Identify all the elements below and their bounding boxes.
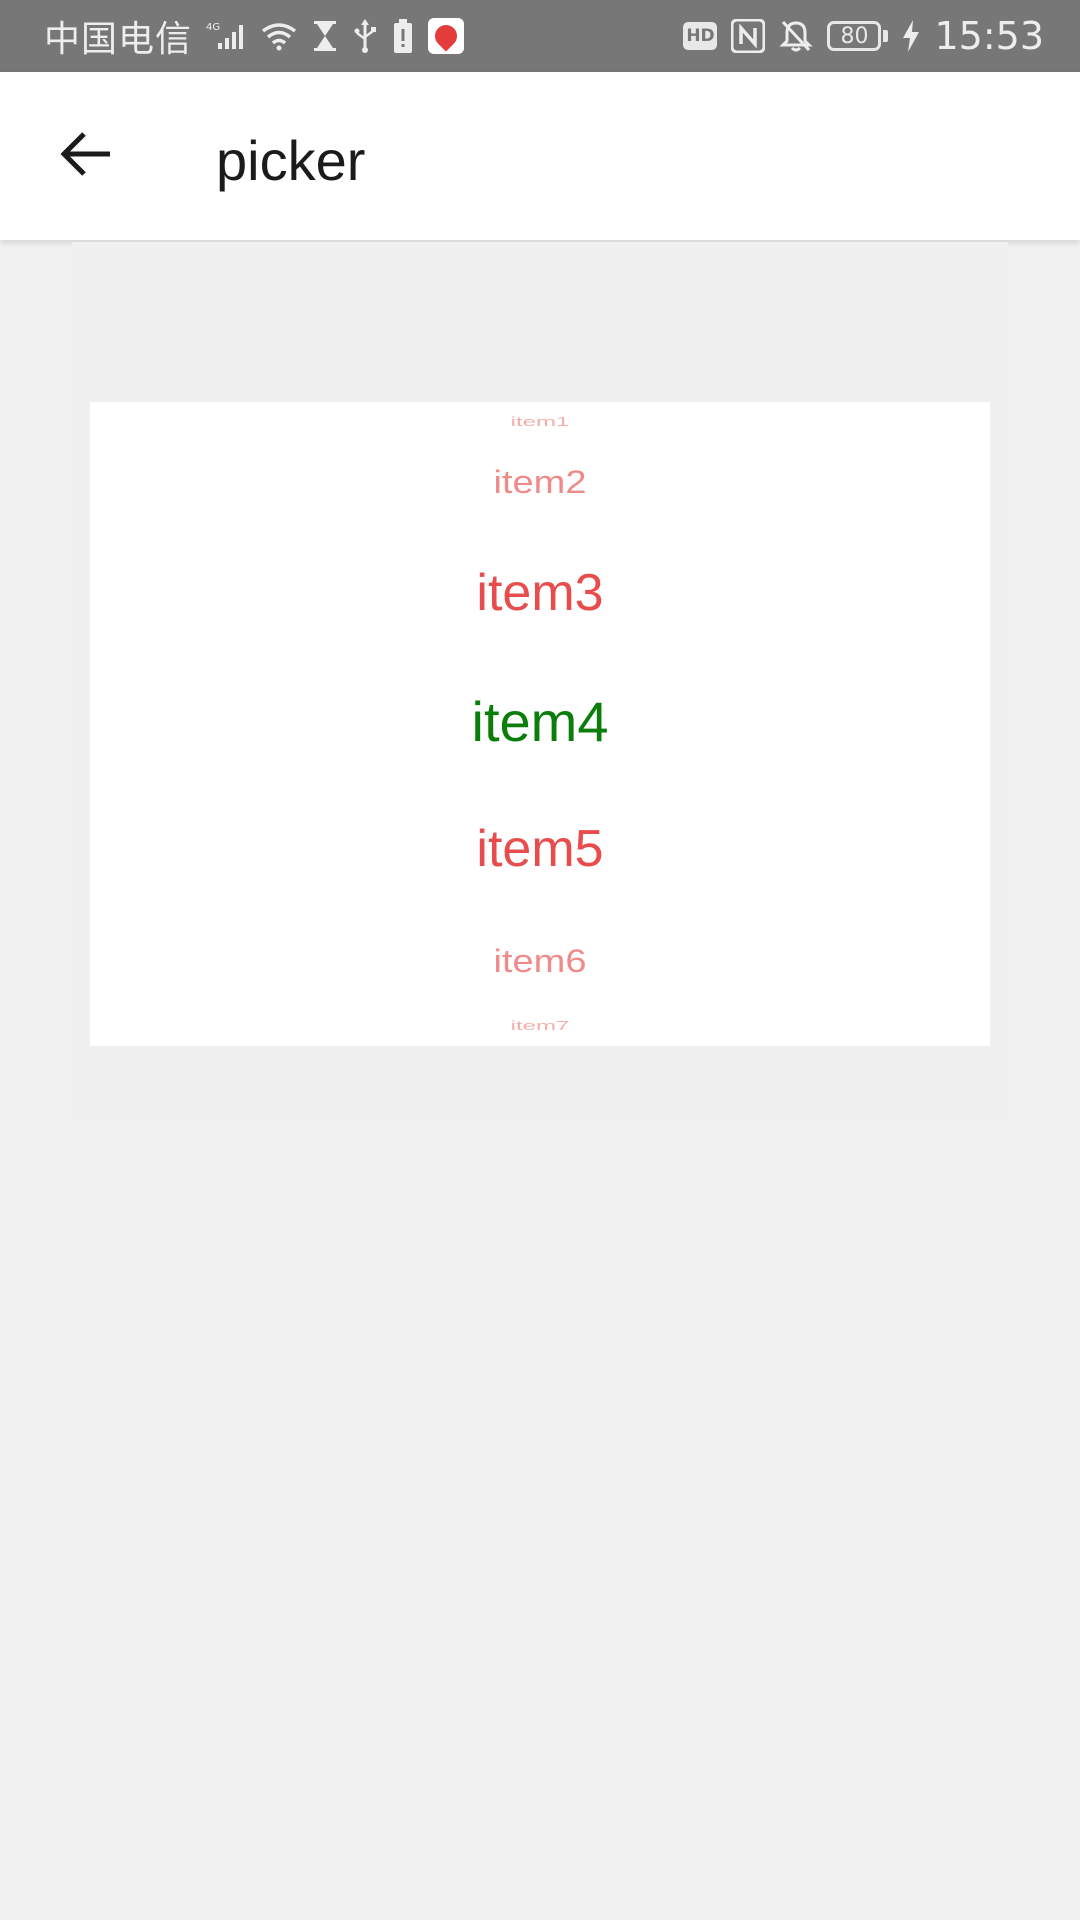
carrier-name: 中国电信: [44, 19, 193, 60]
app-bar: picker: [0, 72, 1080, 240]
picker-item-selected[interactable]: item4: [90, 694, 990, 750]
picker-item[interactable]: item3: [90, 567, 990, 619]
picker-item[interactable]: item1: [90, 415, 990, 428]
picker-item[interactable]: item5: [90, 823, 990, 875]
map-app-icon: [428, 18, 465, 54]
status-bar-left: 中国电信 4G: [44, 0, 465, 72]
page-title: picker: [216, 129, 366, 192]
status-bar: 中国电信 4G HD 80 15:53: [0, 0, 1080, 72]
battery-alert-icon: [392, 19, 414, 53]
signal-icon: 4G: [206, 21, 246, 51]
picker-item[interactable]: item7: [90, 1019, 990, 1032]
picker-item[interactable]: item2: [90, 467, 990, 499]
clock: 15:53: [934, 14, 1044, 58]
bell-off-icon: [779, 19, 814, 53]
back-button[interactable]: [44, 114, 128, 198]
status-bar-right: HD 80 15:53: [683, 0, 1044, 72]
hourglass-icon: [312, 20, 338, 52]
wifi-icon: [260, 21, 298, 51]
picker-item[interactable]: item6: [90, 946, 990, 978]
usb-icon: [352, 19, 378, 53]
charging-icon: [902, 20, 920, 52]
hd-icon: HD: [683, 22, 718, 50]
arrow-left-icon: [58, 126, 114, 186]
network-type: 4G: [206, 22, 220, 33]
battery-level: 80: [840, 23, 869, 49]
wheel-picker[interactable]: item1 item2 item3 item4 item5 item6 item…: [90, 402, 990, 1046]
nfc-icon: [731, 19, 766, 53]
battery-icon: 80: [827, 21, 882, 51]
